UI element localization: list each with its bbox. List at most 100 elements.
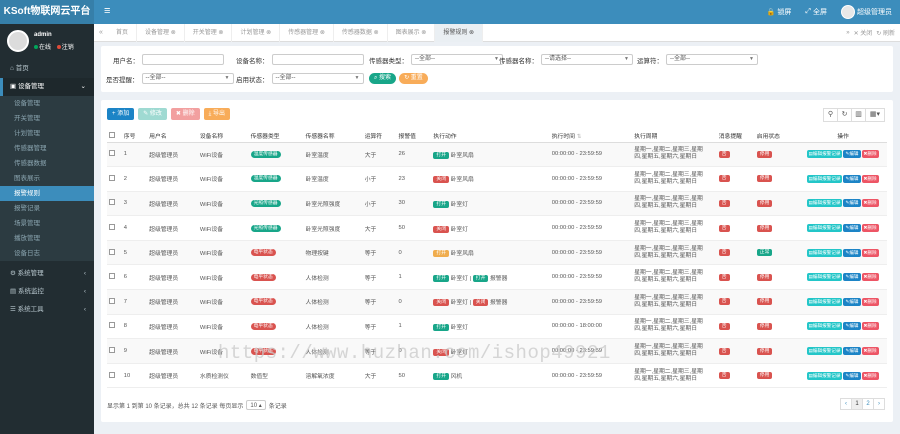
close-icon[interactable]: ⊗ bbox=[320, 30, 325, 36]
sidebar-sub-item[interactable]: 图表展示 bbox=[0, 171, 94, 186]
row-delete-button[interactable]: ✖删除 bbox=[861, 174, 879, 183]
status-badge[interactable]: 停用 bbox=[756, 322, 773, 330]
tab-refresh-button[interactable]: ↻ 刷新 bbox=[876, 28, 895, 37]
tab-chart[interactable]: 图表展示 ⊗ bbox=[388, 23, 436, 42]
app-title[interactable]: KSoft物联网云平台 bbox=[0, 0, 94, 24]
row-delete-button[interactable]: ✖删除 bbox=[861, 199, 879, 208]
table-row[interactable]: 7 超级管理员 WiFi设备 电平状态 人体检测 等于 0 关闭 卧室灯 | 关闭 报警器 0… bbox=[107, 289, 887, 315]
tab-sensor[interactable]: 传感器管理 ⊗ bbox=[280, 23, 334, 42]
col-header-sortable[interactable]: 执行时间 ⇅ bbox=[549, 130, 633, 143]
table-row[interactable]: 4 超级管理员 WiFi设备 光照传感器 卧室光照强度 大于 50 关闭 卧室灯 00:00:… bbox=[107, 215, 887, 241]
sidebar-sub-item[interactable]: 计划管理 bbox=[0, 126, 94, 141]
row-edit-button[interactable]: ✎编辑 bbox=[843, 199, 861, 208]
tabs-scroll-left-icon[interactable]: « bbox=[94, 29, 108, 36]
add-button[interactable]: + 添加 bbox=[107, 108, 135, 120]
delete-button[interactable]: ✖ 删除 bbox=[170, 108, 200, 120]
sidebar-sub-item[interactable]: 播放管理 bbox=[0, 231, 94, 246]
row-edit-button[interactable]: ✎编辑 bbox=[843, 174, 861, 183]
lock-screen-button[interactable]: 🔒 锁屏 bbox=[767, 7, 792, 17]
sidebar-sub-item[interactable]: 传感器管理 bbox=[0, 141, 94, 156]
row-checkbox[interactable] bbox=[109, 297, 115, 304]
tab-plan[interactable]: 计划管理 ⊗ bbox=[232, 23, 281, 42]
row-delete-button[interactable]: ✖删除 bbox=[861, 273, 879, 282]
columns-icon[interactable]: ▦▾ bbox=[865, 108, 885, 122]
sidebar-sub-item[interactable]: 设备管理 bbox=[0, 96, 94, 111]
filter-icon[interactable]: ⚲ bbox=[823, 108, 838, 122]
edit-button[interactable]: ✎ 修改 bbox=[138, 108, 167, 120]
close-icon[interactable]: ⊗ bbox=[374, 30, 379, 36]
tab-alarm-rule[interactable]: 报警规则 ⊗ bbox=[435, 23, 484, 42]
alarm-record-button[interactable]: ▤编辑报警记录 bbox=[806, 297, 843, 306]
row-edit-button[interactable]: ✎编辑 bbox=[843, 273, 861, 282]
sidebar-item-system[interactable]: ⚙ 系统管理 ‹ bbox=[0, 265, 94, 283]
status-badge[interactable]: 停用 bbox=[756, 273, 773, 281]
table-row[interactable]: 8 超级管理员 WiFi设备 电平状态 人体检测 等于 1 打开 卧室灯 00:00:00 -… bbox=[107, 314, 887, 340]
close-icon[interactable]: ⊗ bbox=[171, 30, 176, 36]
status-badge[interactable]: 停用 bbox=[756, 372, 773, 380]
tab-switch[interactable]: 开关管理 ⊗ bbox=[185, 23, 233, 42]
sensor-name-select[interactable]: --请选择-- ▼ bbox=[541, 54, 633, 65]
status-badge[interactable]: 正常 bbox=[756, 249, 773, 257]
alarm-record-button[interactable]: ▤编辑报警记录 bbox=[806, 347, 843, 356]
sidebar-sub-item[interactable]: 场景管理 bbox=[0, 216, 94, 231]
row-checkbox[interactable] bbox=[109, 322, 115, 329]
export-button[interactable]: ⤓ 导出 bbox=[203, 108, 230, 120]
alarm-record-button[interactable]: ▤编辑报警记录 bbox=[806, 273, 843, 282]
alarm-record-button[interactable]: ▤编辑报警记录 bbox=[806, 199, 843, 208]
row-checkbox[interactable] bbox=[109, 273, 115, 280]
tabs-scroll-right-icon[interactable]: » bbox=[846, 30, 849, 36]
row-edit-button[interactable]: ✎编辑 bbox=[843, 297, 861, 306]
status-badge[interactable]: 停用 bbox=[756, 199, 773, 207]
status-badge[interactable]: 停用 bbox=[756, 347, 773, 355]
logout-link[interactable]: 注销 bbox=[56, 45, 74, 51]
row-checkbox[interactable] bbox=[109, 174, 115, 181]
page-next-button[interactable]: › bbox=[873, 398, 885, 410]
row-delete-button[interactable]: ✖删除 bbox=[861, 297, 879, 306]
row-delete-button[interactable]: ✖删除 bbox=[861, 224, 879, 233]
row-checkbox[interactable] bbox=[109, 371, 115, 378]
tab-close-button[interactable]: ✕ 关闭 bbox=[854, 28, 873, 37]
sidebar-item-device-mgmt[interactable]: ▣ 设备管理 ⌄ bbox=[0, 78, 94, 96]
close-icon[interactable]: ⊗ bbox=[469, 30, 474, 36]
tab-device[interactable]: 设备管理 ⊗ bbox=[137, 23, 185, 42]
alarm-record-button[interactable]: ▤编辑报警记录 bbox=[806, 248, 843, 257]
row-checkbox[interactable] bbox=[109, 199, 115, 206]
sidebar-sub-item[interactable]: 设备日志 bbox=[0, 246, 94, 261]
sidebar-sub-item[interactable]: 报警记录 bbox=[0, 201, 94, 216]
sidebar-sub-item-active[interactable]: 报警规则 bbox=[0, 186, 94, 201]
sidebar-item-tools[interactable]: ☰ 系统工具 ‹ bbox=[0, 301, 94, 319]
rule-status-select[interactable]: --全部-- ▼ bbox=[271, 73, 364, 84]
menu-toggle-icon[interactable]: ≡ bbox=[104, 5, 110, 17]
alarm-record-button[interactable]: ▤编辑报警记录 bbox=[806, 224, 843, 233]
sidebar-sub-item[interactable]: 开关管理 bbox=[0, 111, 94, 126]
select-all-checkbox[interactable] bbox=[109, 131, 115, 138]
sidebar-item-home[interactable]: ⌂ 首页 bbox=[0, 60, 94, 78]
row-delete-button[interactable]: ✖删除 bbox=[861, 150, 879, 159]
operator-select[interactable]: --全部-- ▼ bbox=[666, 54, 758, 65]
close-icon[interactable]: ⊗ bbox=[266, 30, 271, 36]
notify-select[interactable]: --全部-- ▼ bbox=[141, 73, 234, 84]
table-row[interactable]: 6 超级管理员 WiFi设备 电平状态 人体检测 等于 1 打开 卧室灯 | 打开 报警器 0… bbox=[107, 264, 887, 291]
refresh-icon[interactable]: ↻ bbox=[837, 108, 852, 122]
alarm-record-button[interactable]: ▤编辑报警记录 bbox=[806, 371, 843, 380]
alarm-record-button[interactable]: ▤编辑报警记录 bbox=[806, 174, 843, 183]
close-icon[interactable]: ⊗ bbox=[421, 30, 426, 36]
user-input[interactable] bbox=[142, 54, 224, 65]
sidebar-sub-item[interactable]: 传感器数据 bbox=[0, 156, 94, 171]
close-icon[interactable]: ⊗ bbox=[218, 30, 223, 36]
reset-button[interactable]: ↻ 重置 bbox=[399, 73, 428, 84]
table-row[interactable]: 3 超级管理员 WiFi设备 光照传感器 卧室光照强度 小于 30 打开 卧室灯 00:00:… bbox=[107, 191, 887, 217]
table-row[interactable]: 5 超级管理员 WiFi设备 电平状态 物理按键 等于 0 打开 卧室风扇 00:00:00 … bbox=[107, 240, 887, 266]
sidebar-item-monitor[interactable]: ▤ 系统监控 ‹ bbox=[0, 283, 94, 301]
page-size-select[interactable]: 10 ▴ bbox=[246, 400, 266, 410]
alarm-record-button[interactable]: ▤编辑报警记录 bbox=[806, 150, 843, 159]
toggle-view-icon[interactable]: ▥ bbox=[851, 108, 866, 122]
tab-sensor-data[interactable]: 传感器数据 ⊗ bbox=[334, 23, 388, 42]
user-menu[interactable]: 超级管理员 bbox=[841, 5, 892, 19]
row-checkbox[interactable] bbox=[109, 347, 115, 354]
row-checkbox[interactable] bbox=[109, 150, 115, 157]
status-badge[interactable]: 停用 bbox=[756, 224, 773, 232]
table-row[interactable]: 10 超级管理员 水质检测仪 数值型 溶解氧浓度 大于 50 打开 风机 00:00:00 -… bbox=[107, 363, 887, 389]
row-delete-button[interactable]: ✖删除 bbox=[861, 248, 879, 257]
fullscreen-button[interactable]: ⤢ 全屏 bbox=[805, 7, 827, 17]
